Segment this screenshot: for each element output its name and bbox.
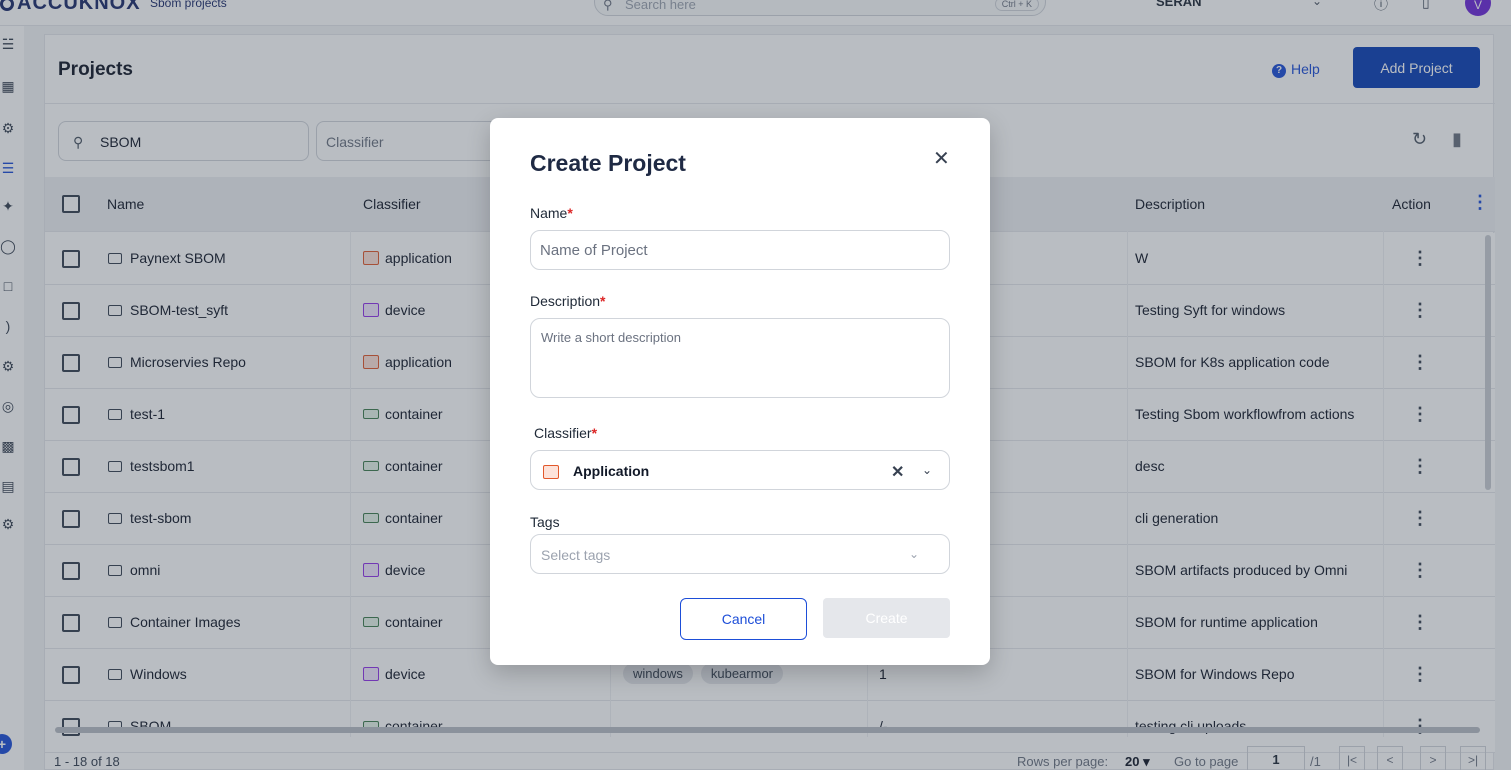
name-placeholder: Name of Project <box>540 242 648 259</box>
description-label: Description* <box>530 293 605 309</box>
required-mark: * <box>567 205 573 221</box>
application-icon <box>543 465 559 479</box>
classifier-value: Application <box>573 463 650 479</box>
required-mark: * <box>600 293 606 309</box>
create-project-dialog: Create Project ✕ Name* Name of Project D… <box>490 118 990 665</box>
cancel-button[interactable]: Cancel <box>680 598 807 640</box>
description-label-text: Description <box>530 293 601 309</box>
tags-placeholder: Select tags <box>541 547 611 563</box>
description-placeholder: Write a short description <box>541 330 681 345</box>
tags-select[interactable]: Select tags ⌄ <box>530 534 950 574</box>
dialog-title: Create Project <box>530 150 686 176</box>
name-label-text: Name <box>530 205 568 221</box>
classifier-label: Classifier* <box>534 425 597 441</box>
clear-icon[interactable]: ✕ <box>891 462 904 482</box>
close-icon[interactable]: ✕ <box>933 146 950 171</box>
project-description-textarea[interactable]: Write a short description <box>530 318 950 398</box>
tags-label: Tags <box>530 514 560 530</box>
project-name-input[interactable]: Name of Project <box>530 230 950 270</box>
chevron-down-icon: ⌄ <box>909 547 920 561</box>
name-label: Name* <box>530 205 573 221</box>
classifier-select[interactable]: Application ✕ ⌄ <box>530 450 950 490</box>
classifier-label-text: Classifier <box>534 425 592 441</box>
required-mark: * <box>591 425 598 441</box>
create-button[interactable]: Create <box>823 598 950 638</box>
chevron-down-icon[interactable]: ⌄ <box>922 463 932 477</box>
